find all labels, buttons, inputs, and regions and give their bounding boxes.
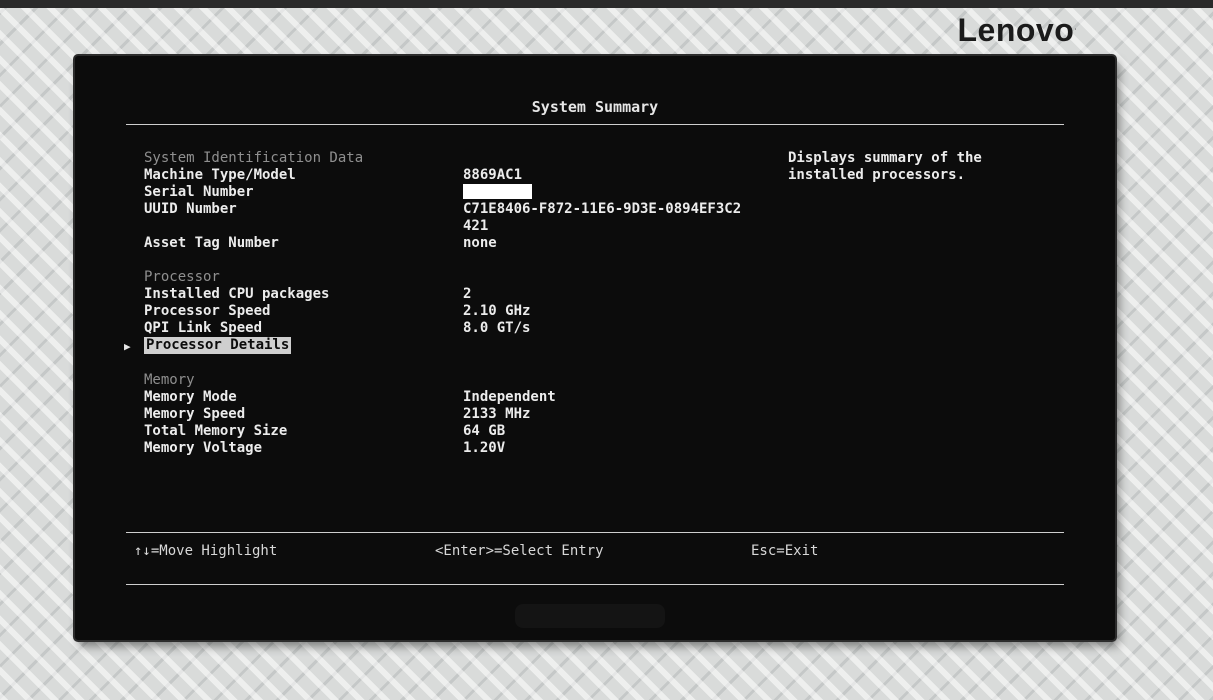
memory-voltage-label: Memory Voltage [144,440,263,456]
cpu-packages-label: Installed CPU packages [144,286,330,302]
total-memory-label: Total Memory Size [144,423,288,439]
qpi-link-speed-label: QPI Link Speed [144,320,263,336]
processor-details-entry[interactable]: Processor Details [144,337,292,354]
page-title: System Summary [531,98,659,116]
help-text-line1: Displays summary of the [788,150,982,166]
help-text: Displays summary of the installed proces… [788,150,1028,184]
processor-speed-value: 2.10 GHz [463,303,531,319]
memory-mode-value: Independent [463,389,556,405]
footer-divider-bottom [126,584,1064,585]
bios-screen: System Summary System Identification Dat… [75,56,1115,640]
total-memory-value: 64 GB [463,423,506,439]
help-text-line2: installed processors. [788,167,966,183]
processor-speed-label: Processor Speed [144,303,271,319]
uuid-value-line1: C71E8406-F872-11E6-9D3E-0894EF3C2 [463,201,742,217]
section-heading-processor: Processor [144,269,220,285]
cpu-packages-value: 2 [463,286,472,302]
triangle-right-icon: ▶ [124,340,131,353]
asset-tag-value: none [463,235,497,251]
lenovo-logo: Lenovo. [957,12,1077,48]
qpi-link-speed-value: 8.0 GT/s [463,320,531,336]
memory-voltage-value: 1.20V [463,440,506,456]
top-bezel [0,0,1213,8]
footer-move-highlight: ↑↓=Move Highlight [134,543,278,559]
footer-divider-top [126,532,1064,533]
machine-type-label: Machine Type/Model [144,167,296,183]
memory-speed-label: Memory Speed [144,406,246,422]
serial-number-label: Serial Number [144,184,254,200]
footer-exit: Esc=Exit [751,543,819,559]
serial-number-redacted [463,184,532,199]
uuid-value-line2: 421 [463,218,489,234]
screen-reflection [515,604,665,628]
section-heading-memory: Memory [144,372,195,388]
asset-tag-label: Asset Tag Number [144,235,279,251]
title-divider [126,124,1064,125]
machine-type-value: 8869AC1 [463,167,523,183]
section-heading-identification: System Identification Data [144,150,364,166]
memory-speed-value: 2133 MHz [463,406,531,422]
uuid-label: UUID Number [144,201,237,217]
memory-mode-label: Memory Mode [144,389,237,405]
footer-select-entry: <Enter>=Select Entry [435,543,604,559]
